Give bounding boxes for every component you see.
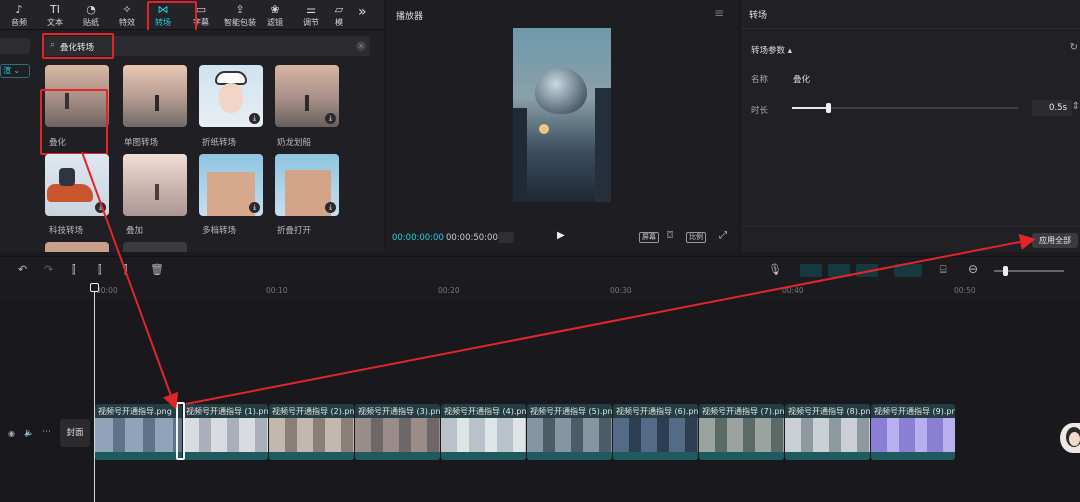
video-editor-app: ♪ 音频 TI 文本 ◔ 贴纸 ✧ 特效 ⋈ 转场 ▭ 字幕 ⇪ 智能包装 ❀ 滤镜 ⚌ 调节 ▱… — [0, 0, 1080, 502]
arrow-timeline-to-apply — [185, 234, 1036, 405]
annotation-arrows — [81, 151, 1036, 410]
arrow-library-to-timeline — [81, 151, 179, 410]
